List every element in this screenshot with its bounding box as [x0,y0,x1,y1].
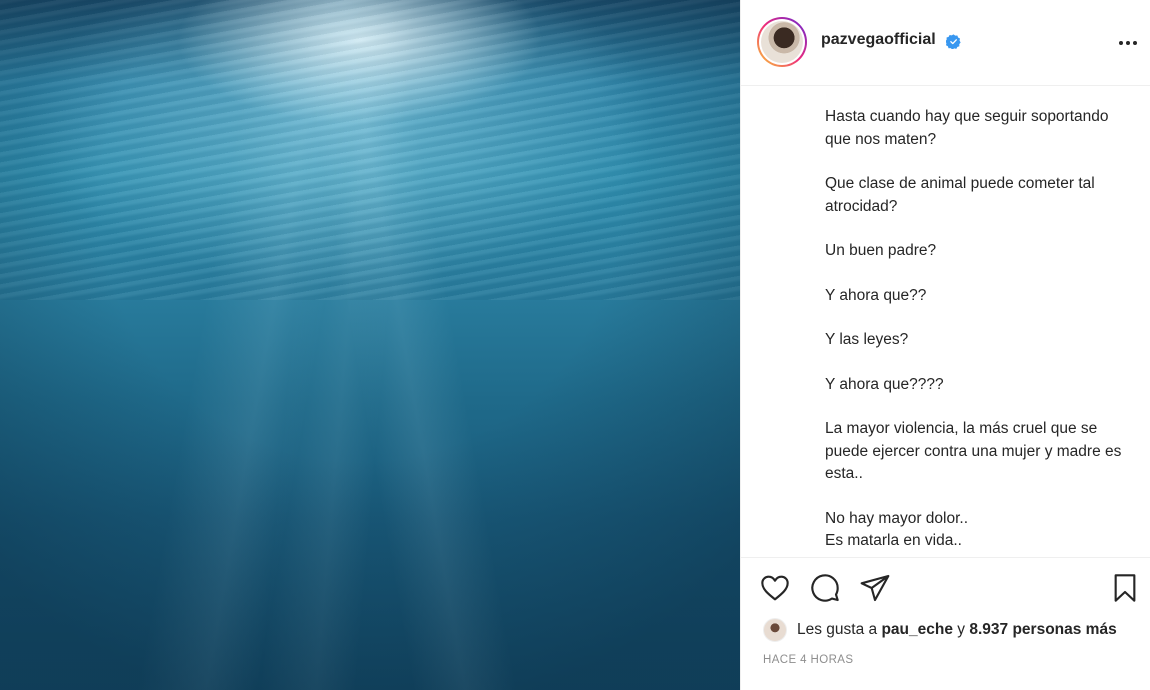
likes-prefix: Les gusta a [797,621,878,638]
caption-line: Y ahora que???? [825,375,944,393]
heart-icon[interactable] [759,572,791,604]
likes-text: Les gusta a pau_eche y 8.937 personas má… [797,621,1117,639]
caption-line: Que clase de animal puede cometer tal at… [825,175,1095,215]
liker-avatar[interactable] [763,618,787,642]
caption-line: Hasta cuando hay que seguir soportando q… [825,108,1109,148]
more-options-icon[interactable] [1117,33,1139,53]
post-image[interactable] [0,0,740,690]
bookmark-icon[interactable] [1109,572,1141,604]
comment-icon[interactable] [809,572,841,604]
profile-avatar[interactable] [757,17,807,67]
post-timestamp[interactable]: HACE 4 HORAS [763,654,853,666]
likes-summary[interactable]: Les gusta a pau_eche y 8.937 personas má… [763,617,1143,642]
likes-connector: y [957,621,966,638]
username-link[interactable]: pazvegaofficial [821,31,936,49]
image-vignette [0,0,740,690]
avatar-image [761,21,803,63]
caption-line: No hay mayor dolor.. Es matarla en vida.… [825,509,969,550]
caption-line: Y ahora que?? [825,286,927,304]
post-side-panel: pazvegaofficial Hasta cuando hay que seg… [740,0,1150,690]
caption-line: Y las leyes? [825,331,909,348]
post-caption: Hasta cuando hay que seguir soportando q… [825,106,1135,554]
liker-username[interactable]: pau_eche [881,621,953,638]
caption-line: La mayor violencia, la más cruel que se … [825,420,1122,482]
action-bar [741,557,1150,617]
likes-count-link[interactable]: 8.937 personas más [969,621,1116,638]
paper-plane-icon[interactable] [859,572,891,604]
caption-line: Un buen padre? [825,242,937,259]
verified-badge-icon [946,34,961,49]
post-header: pazvegaofficial [741,0,1150,86]
